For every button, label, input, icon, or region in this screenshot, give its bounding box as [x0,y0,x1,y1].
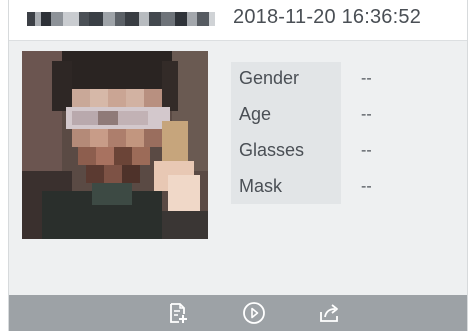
attribute-value-gender: -- [361,70,372,87]
attribute-value-mask: -- [361,178,372,195]
attribute-label-age: Age [239,104,272,124]
face-snapshot-image[interactable] [22,51,208,239]
snapshot-card: 2018-11-20 16:36:52 Gender -- Age -- Gla… [8,0,468,331]
attribute-value-glasses: -- [361,142,372,159]
playback-button[interactable] [241,301,267,325]
attribute-value-age: -- [361,106,372,123]
blurred-channel-name [27,7,215,31]
card-action-bar [9,295,467,331]
pixelated-face-photo [22,51,208,239]
capture-timestamp: 2018-11-20 16:36:52 [233,6,422,28]
attribute-label-gender: Gender [239,68,300,88]
attribute-label-glasses: Glasses [239,140,305,160]
share-export-icon [320,304,338,322]
attribute-label-mask: Mask [239,176,283,196]
play-circle-icon [243,302,265,324]
add-document-icon [170,303,187,323]
card-header: 2018-11-20 16:36:52 [9,0,467,41]
add-to-list-button[interactable] [165,301,191,325]
export-button[interactable] [317,301,343,325]
